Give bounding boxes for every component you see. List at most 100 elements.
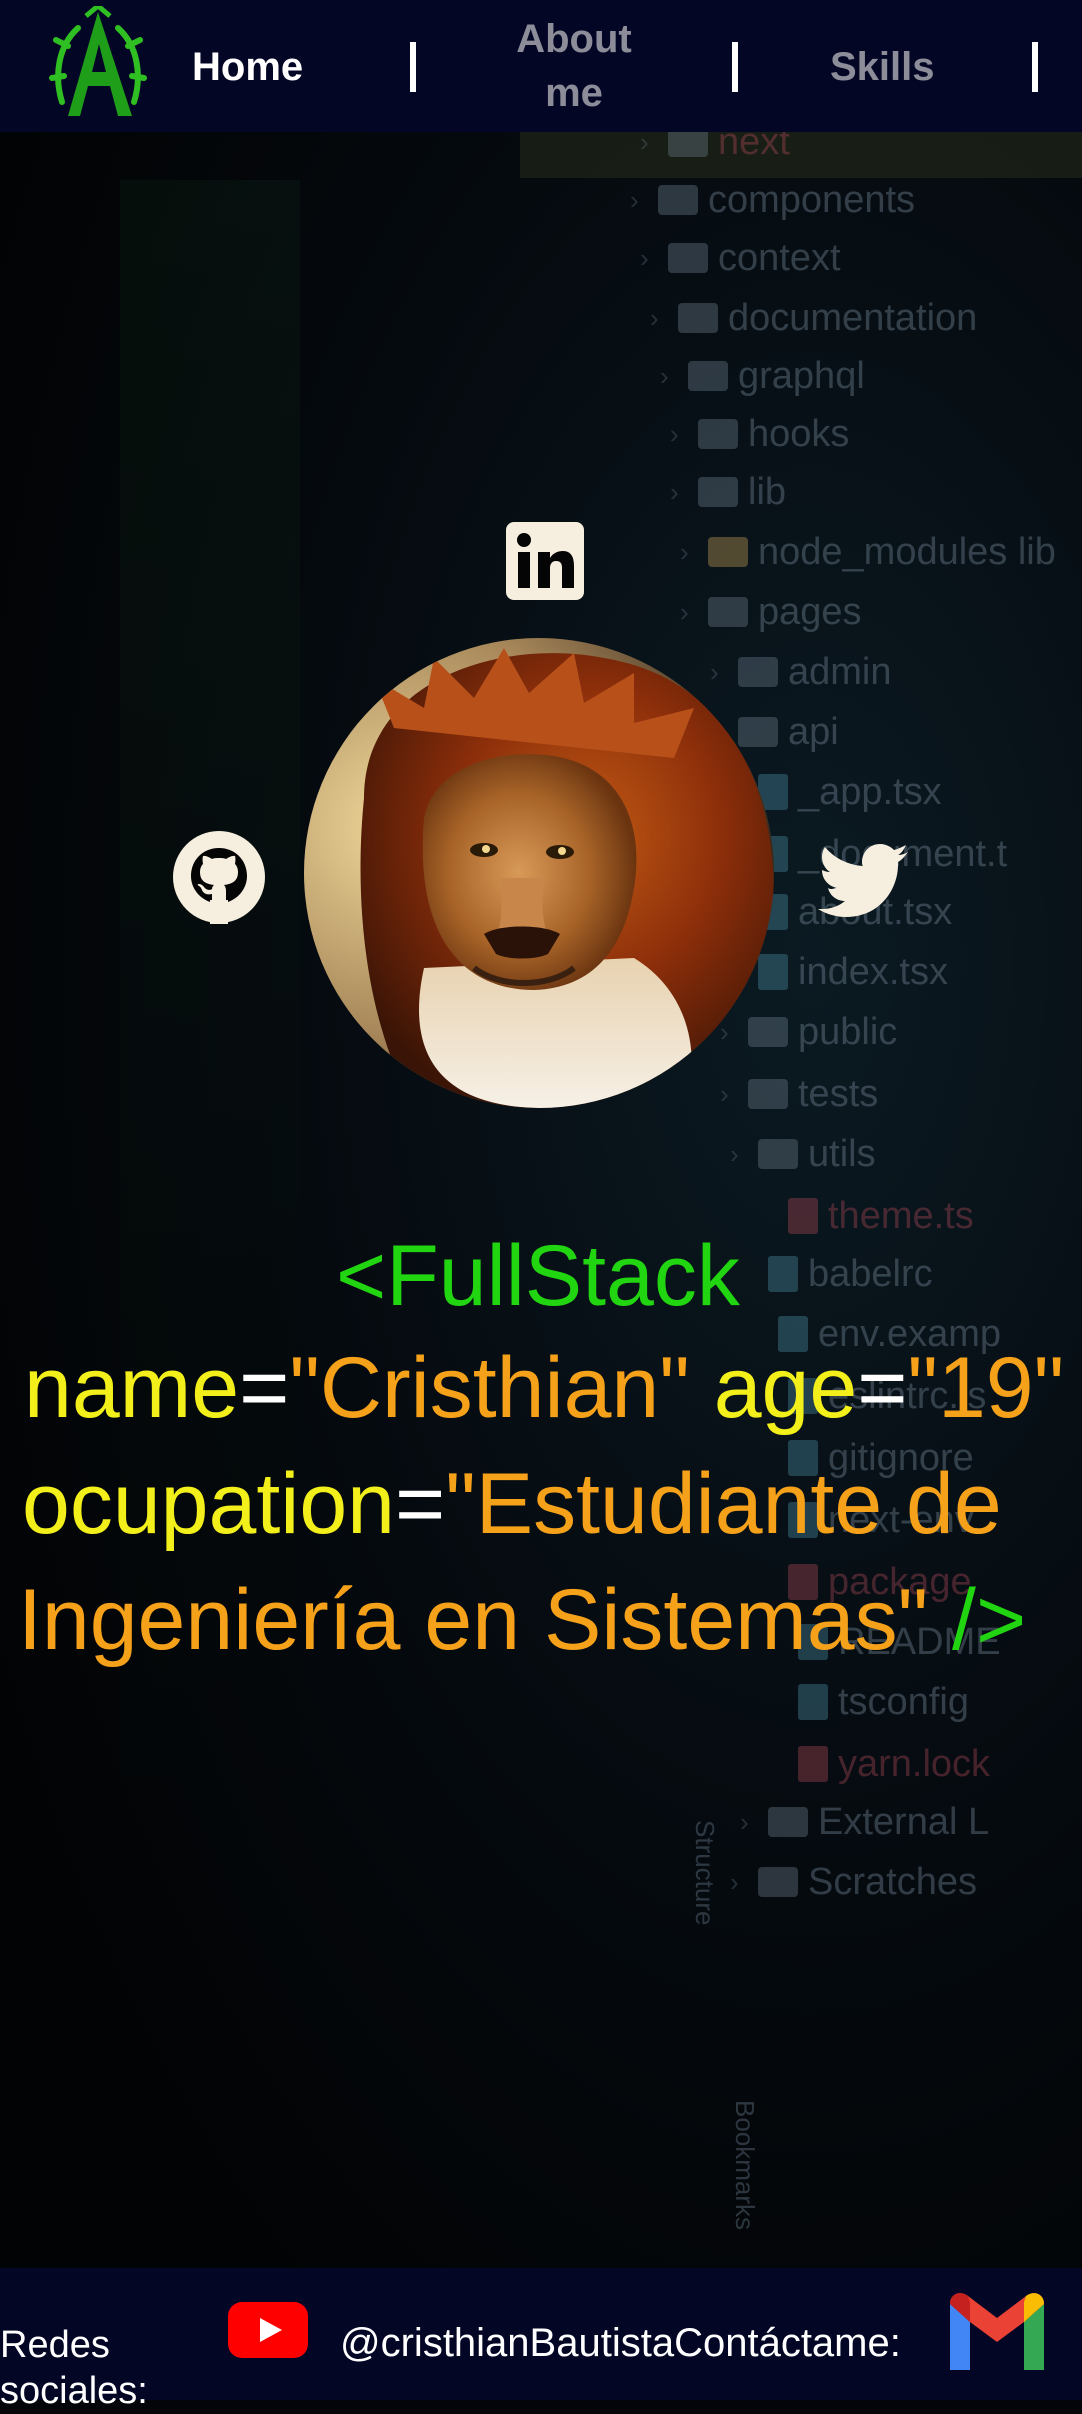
- folder-icon: [738, 717, 778, 747]
- background-tree-item: babelrc: [740, 1252, 933, 1296]
- background-tree-label: tests: [798, 1072, 879, 1115]
- logo-icon[interactable]: [48, 6, 148, 124]
- footer-label-line2: sociales:: [0, 2370, 148, 2412]
- nav-about-link[interactable]: About me: [498, 12, 650, 120]
- chevron-right-icon: ›: [630, 184, 639, 215]
- background-tree-item: › public: [720, 1010, 897, 1054]
- background-tree-item: theme.ts: [760, 1194, 974, 1238]
- folder-icon: [698, 477, 738, 507]
- nav-about-label-line1: About: [516, 17, 632, 61]
- chevron-right-icon: ›: [710, 656, 719, 687]
- background-tree-label: components: [708, 178, 916, 221]
- background-tree-label: _app.tsx: [798, 770, 942, 813]
- hero-value-age: "19": [907, 1340, 1065, 1436]
- hero-line-ocupation-cont: Ingeniería en Sistemas" />: [18, 1562, 1026, 1678]
- background-tree-label: utils: [808, 1132, 876, 1175]
- hero-tag-open-text: <FullStack: [336, 1228, 740, 1324]
- github-icon[interactable]: [172, 830, 266, 924]
- chevron-right-icon: ›: [650, 302, 659, 333]
- background-tree-label: public: [798, 1010, 898, 1053]
- background-code-editor: › next › components › context › documentation › g…: [0, 0, 1082, 2400]
- avatar: [304, 638, 774, 1108]
- hero-attr-ocupation: ocupation: [22, 1456, 395, 1552]
- background-file-tree: › next › components › context › documentation › g…: [600, 120, 1082, 2020]
- nav-separator: [732, 42, 738, 92]
- background-tree-label: babelrc: [808, 1252, 933, 1295]
- background-tree-label: node_modules lib: [758, 530, 1056, 573]
- chevron-right-icon: ›: [670, 476, 679, 507]
- youtube-icon[interactable]: [228, 2302, 308, 2358]
- chevron-right-icon: ›: [730, 1866, 739, 1897]
- chevron-right-icon: ›: [640, 242, 649, 273]
- background-tree-item: › External L: [740, 1800, 989, 1844]
- gmail-icon[interactable]: [942, 2290, 1052, 2374]
- chevron-right-icon: ›: [740, 1806, 749, 1837]
- hero-attr-age: age: [713, 1340, 858, 1436]
- chevron-right-icon: ›: [680, 596, 689, 627]
- background-tree-label: tsconfig: [838, 1680, 969, 1723]
- background-tree-item: › pages: [680, 590, 862, 634]
- background-tree-item: › hooks: [670, 412, 849, 456]
- nav-separator: [1032, 42, 1038, 92]
- background-structure-label: Structure: [690, 1820, 720, 1926]
- folder-icon: [708, 537, 748, 567]
- nav-skills-link[interactable]: Skills: [830, 40, 935, 94]
- background-tree-item: › admin: [710, 650, 892, 694]
- hero-tag-close: />: [952, 1572, 1027, 1668]
- background-tree-item: › Scratches: [730, 1860, 977, 1904]
- background-tree-item: › components: [630, 178, 915, 222]
- hero-value-ocupation-part2: Ingeniería en Sistemas": [18, 1572, 929, 1668]
- background-tree-item: › lib: [670, 470, 786, 514]
- background-tree-label: pages: [758, 590, 862, 633]
- background-tree-item: tsconfig: [770, 1680, 969, 1724]
- background-tree-label: index.tsx: [798, 950, 948, 993]
- background-bookmarks-label: Bookmarks: [730, 2100, 760, 2231]
- background-tree-item: › context: [640, 236, 841, 280]
- chevron-right-icon: ›: [720, 1016, 729, 1047]
- folder-icon: [708, 597, 748, 627]
- background-tree-label: api: [788, 710, 839, 753]
- file-icon: [768, 1256, 798, 1292]
- folder-icon: [748, 1017, 788, 1047]
- folder-icon: [748, 1079, 788, 1109]
- folder-icon: [668, 243, 708, 273]
- chevron-right-icon: ›: [660, 360, 669, 391]
- hero-equals: =: [394, 1456, 446, 1552]
- chevron-right-icon: ›: [670, 418, 679, 449]
- background-tree-label: theme.ts: [828, 1194, 974, 1237]
- hero-value-ocupation-part1: "Estudiante de: [445, 1456, 1002, 1552]
- hero-line-ocupation: ocupation="Estudiante de: [22, 1446, 1002, 1562]
- nav-home-link[interactable]: Home: [192, 40, 303, 94]
- folder-icon: [758, 1139, 798, 1169]
- chevron-right-icon: ›: [730, 1138, 739, 1169]
- background-tree-item: yarn.lock: [770, 1742, 990, 1786]
- hero-equals: =: [239, 1340, 290, 1436]
- footer-social-label: Redes sociales:: [0, 2322, 150, 2414]
- folder-icon: [678, 303, 718, 333]
- file-icon: [758, 954, 788, 990]
- background-tree-item: › node_modules lib: [680, 530, 1056, 574]
- linkedin-icon[interactable]: [506, 522, 584, 600]
- background-tree-label: Scratches: [808, 1860, 977, 1903]
- folder-icon: [758, 1867, 798, 1897]
- background-tree-label: lib: [748, 470, 787, 513]
- twitter-icon[interactable]: [818, 842, 910, 922]
- folder-icon: [738, 657, 778, 687]
- hero-equals: =: [857, 1340, 908, 1436]
- hero-value-name: "Cristhian": [289, 1340, 690, 1436]
- background-tree-label: yarn.lock: [838, 1742, 991, 1785]
- background-tree-item: › tests: [720, 1072, 878, 1116]
- hero-tag-open: <FullStack: [336, 1218, 740, 1334]
- background-tree-item: index.tsx: [730, 950, 948, 994]
- footer-handle: @cristhianBautistaContáctame:: [340, 2321, 901, 2365]
- hero-line-name-age: name="Cristhian" age="19": [24, 1330, 1064, 1446]
- chevron-right-icon: ›: [680, 536, 689, 567]
- folder-icon: [768, 1807, 808, 1837]
- background-tree-label: admin: [788, 650, 892, 693]
- background-tree-label: documentation: [728, 296, 978, 339]
- top-navbar: Home About me Skills: [0, 0, 1082, 132]
- background-tree-label: hooks: [748, 412, 850, 455]
- background-tree-label: context: [718, 236, 841, 279]
- background-tree-item: › documentation: [650, 296, 977, 340]
- file-icon: [788, 1198, 818, 1234]
